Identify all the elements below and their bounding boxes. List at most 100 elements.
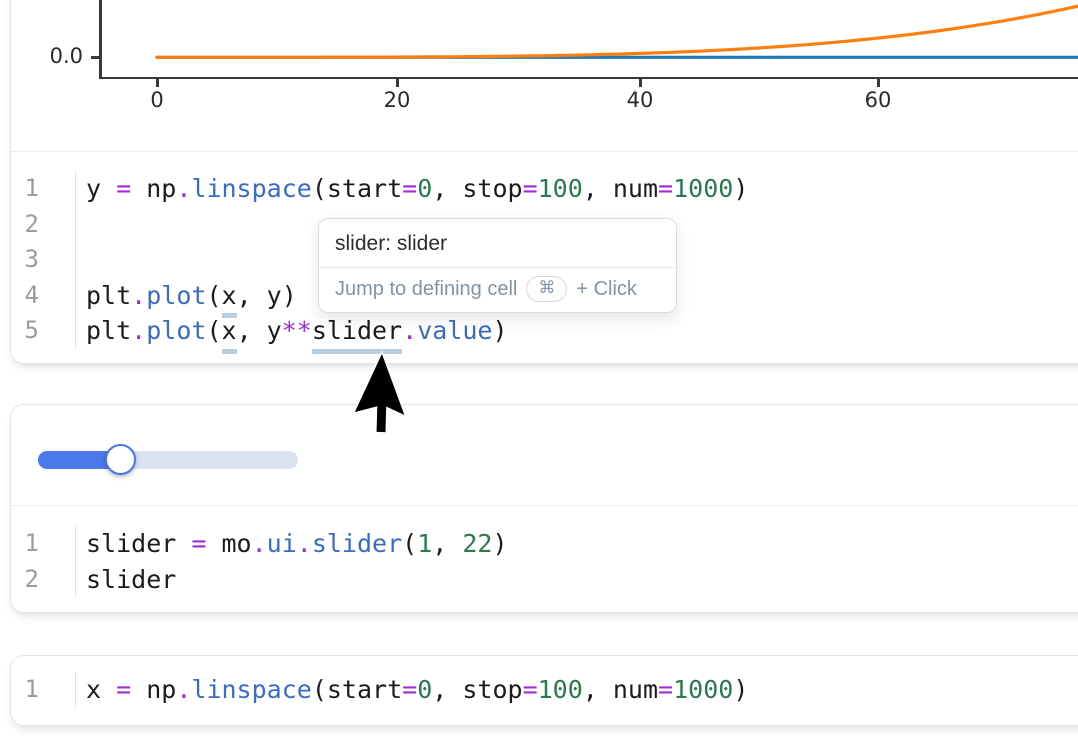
tooltip-hint-suffix: + Click [576,278,637,301]
code-line[interactable]: 1x = np.linspace(start=0, stop=100, num=… [11,672,1078,708]
line-number: 1 [11,672,76,708]
code-token: 1000 [673,174,733,203]
code-line[interactable]: 1y = np.linspace(start=0, stop=100, num=… [11,171,1078,207]
code-token: , [432,529,462,558]
code-token: slider [86,529,191,558]
code-token: plt [86,316,131,345]
code-token: 100 [538,675,583,704]
code-token: = [402,675,417,704]
code-token: ( [402,529,417,558]
code-token: 1000 [673,675,733,704]
code-token: plot [146,281,206,310]
code-token: = [523,675,538,704]
code-token: ui [267,529,297,558]
code-token: ( [206,281,221,310]
code-token: = [523,174,538,203]
plot-lines [11,0,1078,152]
code-token: 100 [538,174,583,203]
x-tick-label: 0 [127,88,187,112]
plot-output: 0.0 0204060 [11,0,1078,152]
notebook-cell-linspace: 1x = np.linspace(start=0, stop=100, num=… [10,655,1078,726]
code-token: (start [312,675,402,704]
code-token: = [402,174,417,203]
notebook-cell-slider: 1slider = mo.ui.slider(1, 22)2slider [10,404,1078,613]
line-number: 1 [11,171,76,207]
variable-tooltip: slider: slider Jump to defining cell ⌘ +… [318,218,677,313]
code-text: slider [76,562,176,598]
x-tick-label: 40 [610,88,670,112]
slider-track[interactable] [38,451,298,469]
code-token: slider [312,529,402,558]
x-tick-mark [396,79,399,87]
code-line[interactable]: 1slider = mo.ui.slider(1, 22) [11,526,1078,562]
code-text: slider = mo.ui.slider(1, 22) [76,526,508,562]
code-token: ( [206,316,221,345]
line-number: 4 [11,278,76,314]
code-line[interactable]: 2slider [11,562,1078,598]
x-tick-mark [877,79,880,87]
x-tick-label: 60 [848,88,908,112]
code-token: 1 [417,529,432,558]
code-token: value [417,316,492,345]
code-token: . [252,529,267,558]
code-token: , num [583,174,658,203]
code-token: linspace [191,174,311,203]
code-text [76,242,86,278]
slider-output [11,405,1078,506]
code-token: linspace [191,675,311,704]
tooltip-hint-text: Jump to defining cell [335,278,517,301]
code-token: . [297,529,312,558]
code-token: , y) [237,281,297,310]
code-token: = [658,675,673,704]
line-number: 1 [11,526,76,562]
code-text [76,207,86,243]
code-token: = [116,675,131,704]
code-token: x [222,313,237,354]
code-token: 0 [417,675,432,704]
line-number: 5 [11,313,76,349]
code-token: (start [312,174,402,203]
code-token: x [222,278,237,319]
code-text: plt.plot(x, y) [76,278,297,314]
code-token: np [131,675,176,704]
code-token: . [131,316,146,345]
code-token: mo [206,529,251,558]
code-token: = [658,174,673,203]
x-tick-label: 20 [367,88,427,112]
code-token: . [176,675,191,704]
line-number: 2 [11,207,76,243]
tooltip-hint-row: Jump to defining cell ⌘ + Click [319,268,676,312]
code-token: slider [86,565,176,594]
code-line[interactable]: 5plt.plot(x, y**slider.value) [11,313,1078,349]
code-token: , stop [432,174,522,203]
mouse-cursor-icon [352,350,438,442]
code-token: plot [146,316,206,345]
code-token: ** [282,316,312,345]
code-token: ) [492,316,507,345]
code-token: , num [583,675,658,704]
code-token: x [86,675,116,704]
code-editor[interactable]: 1slider = mo.ui.slider(1, 22)2slider [11,506,1078,611]
code-token: = [116,174,131,203]
code-editor[interactable]: 1x = np.linspace(start=0, stop=100, num=… [11,656,1078,724]
slider-handle[interactable] [105,444,136,475]
code-token: y [86,174,116,203]
code-text: plt.plot(x, y**slider.value) [76,313,508,349]
code-token: . [402,316,417,345]
code-token: ) [733,174,748,203]
code-token: . [131,281,146,310]
code-token: ) [492,529,507,558]
code-token: slider [312,313,402,354]
tooltip-title: slider: slider [319,219,676,267]
line-number: 3 [11,242,76,278]
x-tick-mark [156,79,159,87]
code-token: plt [86,281,131,310]
code-token: , stop [432,675,522,704]
code-token: 0 [417,174,432,203]
code-token: . [176,174,191,203]
code-token: ) [733,675,748,704]
code-text: x = np.linspace(start=0, stop=100, num=1… [76,672,748,708]
command-key-badge: ⌘ [526,276,567,302]
x-tick-mark [639,79,642,87]
code-token: , y [237,316,282,345]
